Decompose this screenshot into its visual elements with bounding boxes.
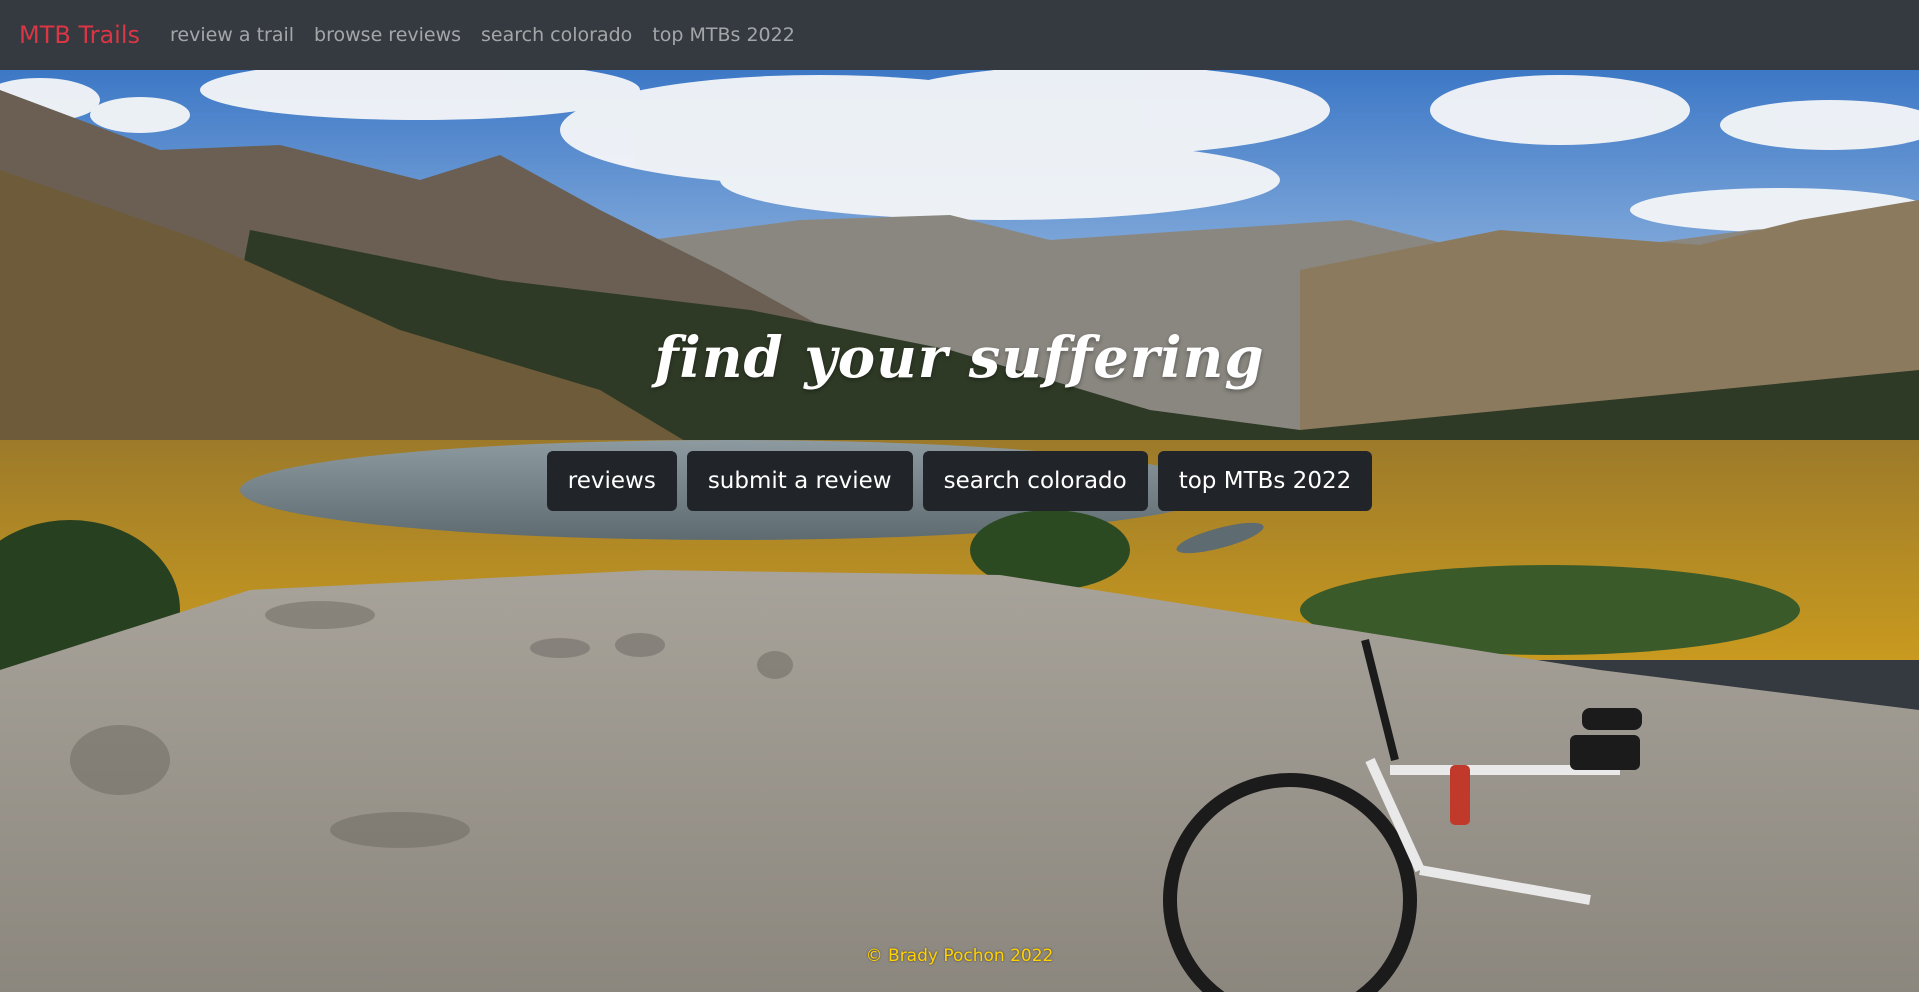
nav-links: review a trail browse reviews search col… — [170, 24, 795, 46]
search-colorado-button[interactable]: search colorado — [922, 451, 1148, 511]
nav-link-search-colorado[interactable]: search colorado — [481, 24, 632, 46]
top-mtbs-button[interactable]: top MTBs 2022 — [1157, 451, 1373, 511]
hero-background-image — [0, 70, 1919, 992]
hero-button-group: reviews submit a review search colorado … — [0, 451, 1919, 511]
reviews-button[interactable]: reviews — [546, 451, 677, 511]
nav-link-top-mtbs-2022[interactable]: top MTBs 2022 — [652, 24, 795, 46]
top-navbar: MTB Trails review a trail browse reviews… — [0, 0, 1919, 70]
hero-section: find your suffering reviews submit a rev… — [0, 70, 1919, 992]
nav-link-review-a-trail[interactable]: review a trail — [170, 24, 294, 46]
nav-link-browse-reviews[interactable]: browse reviews — [314, 24, 461, 46]
hero-tagline: find your suffering — [654, 325, 1265, 391]
brand-link[interactable]: MTB Trails — [19, 21, 140, 49]
submit-review-button[interactable]: submit a review — [686, 451, 913, 511]
footer-copyright: © Brady Pochon 2022 — [865, 946, 1054, 966]
